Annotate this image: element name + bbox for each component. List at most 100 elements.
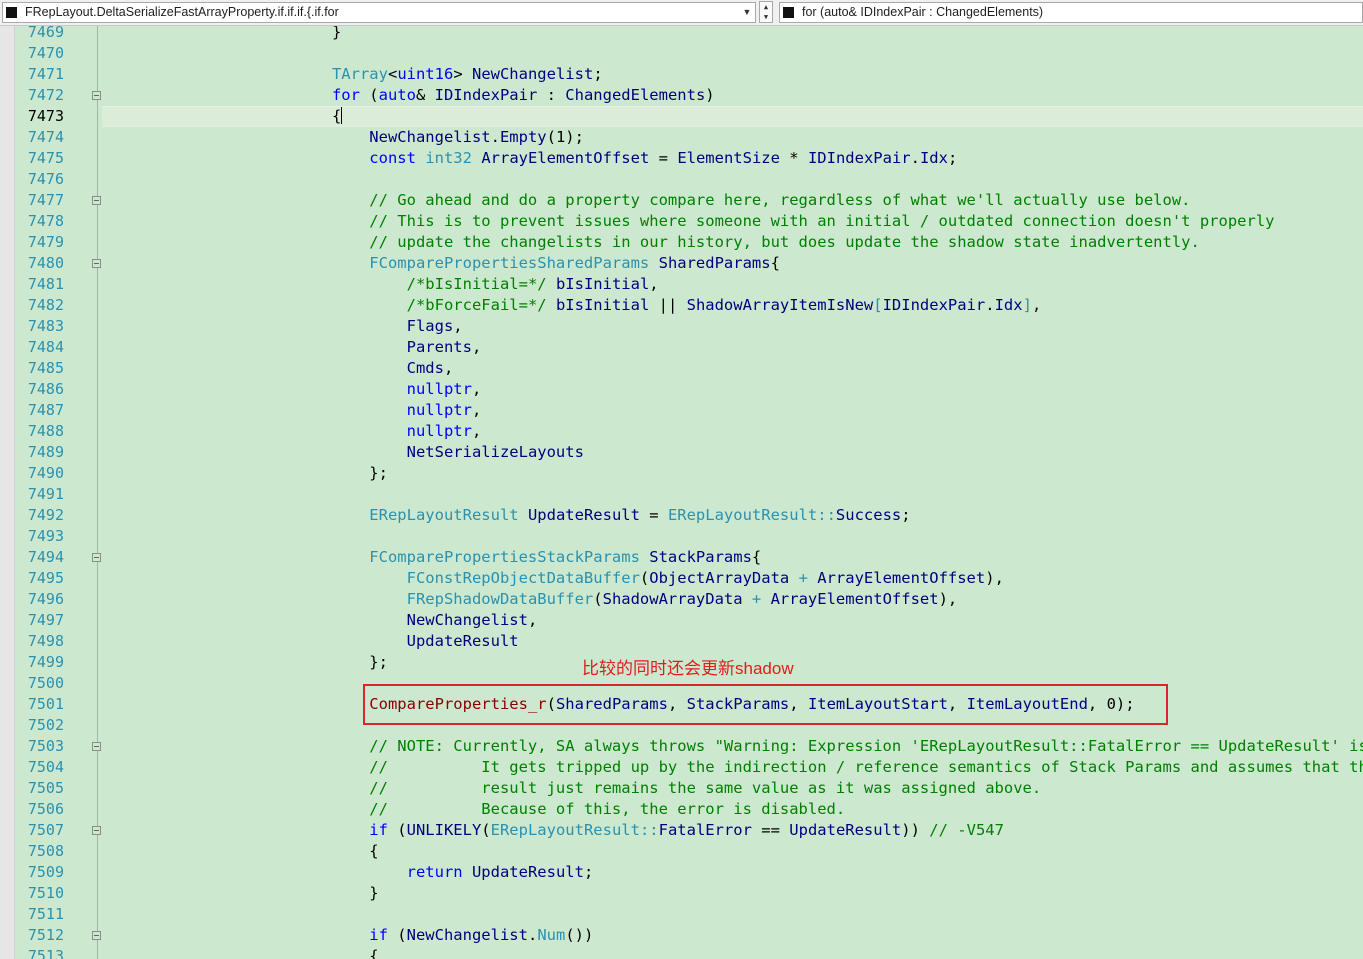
line-number: 7507 bbox=[27, 821, 64, 839]
code-line[interactable]: 7471 TArray<uint16> NewChangelist; bbox=[16, 64, 1363, 85]
member-dropdown[interactable]: for (auto& IDIndexPair : ChangedElements… bbox=[779, 2, 1363, 23]
code-line[interactable]: 7469 } bbox=[16, 26, 1363, 43]
code-line[interactable]: 7474 NewChangelist.Empty(1); bbox=[16, 127, 1363, 148]
code-token: nullptr bbox=[406, 380, 472, 398]
code-token: { bbox=[108, 947, 379, 959]
code-line[interactable]: 7473 { bbox=[16, 106, 1363, 127]
collapse-icon[interactable] bbox=[92, 259, 101, 268]
line-number: 7491 bbox=[27, 485, 64, 503]
code-line[interactable]: 7472 for (auto& IDIndexPair : ChangedEle… bbox=[16, 85, 1363, 106]
code-line[interactable]: 7476 bbox=[16, 169, 1363, 190]
line-number: 7485 bbox=[27, 359, 64, 377]
code-editor[interactable]: 7469 } 7470 7471 TArray<uint16> NewChangel… bbox=[16, 26, 1363, 959]
code-text: if (UNLIKELY(ERepLayoutResult::FatalErro… bbox=[108, 820, 1004, 841]
line-number: 7504 bbox=[27, 758, 64, 776]
code-line[interactable]: 7494 FComparePropertiesStackParams Stack… bbox=[16, 547, 1363, 568]
code-line[interactable]: 7477 // Go ahead and do a property compa… bbox=[16, 190, 1363, 211]
code-line[interactable]: 7511 bbox=[16, 904, 1363, 925]
line-number: 7493 bbox=[27, 527, 64, 545]
code-line[interactable]: 7487 nullptr, bbox=[16, 400, 1363, 421]
code-token: , bbox=[1031, 296, 1042, 314]
code-token: ArrayElementOffset bbox=[770, 590, 939, 608]
code-token: FRepShadowDataBuffer bbox=[406, 590, 594, 608]
code-token: ShadowArrayItemIsNew bbox=[686, 296, 874, 314]
line-number: 7479 bbox=[27, 233, 64, 251]
line-number: 7475 bbox=[27, 149, 64, 167]
collapse-icon[interactable] bbox=[92, 826, 101, 835]
code-token: ), bbox=[985, 569, 1004, 587]
annotation-label: 比较的同时还会更新shadow bbox=[582, 659, 794, 678]
code-line[interactable]: 7470 bbox=[16, 43, 1363, 64]
line-number: 7502 bbox=[27, 716, 64, 734]
code-line[interactable]: 7510 } bbox=[16, 883, 1363, 904]
code-line[interactable]: 7507 if (UNLIKELY(ERepLayoutResult::Fata… bbox=[16, 820, 1363, 841]
code-line[interactable]: 7490 }; bbox=[16, 463, 1363, 484]
spin-down-icon[interactable]: ▼ bbox=[760, 12, 772, 22]
scope-dropdown[interactable]: FRepLayout.DeltaSerializeFastArrayProper… bbox=[2, 2, 756, 23]
collapse-icon[interactable] bbox=[92, 931, 101, 940]
code-token: ( bbox=[387, 926, 407, 944]
line-number: 7477 bbox=[27, 191, 64, 209]
code-line[interactable]: 7491 bbox=[16, 484, 1363, 505]
code-line[interactable]: 7498 UpdateResult bbox=[16, 631, 1363, 652]
code-line[interactable]: 7496 FRepShadowDataBuffer(ShadowArrayDat… bbox=[16, 589, 1363, 610]
line-number: 7512 bbox=[27, 926, 64, 944]
code-line[interactable]: 7505 // result just remains the same val… bbox=[16, 778, 1363, 799]
spin-up-icon[interactable]: ▲ bbox=[760, 2, 772, 12]
chevron-down-icon[interactable]: ▼ bbox=[739, 3, 755, 22]
code-line[interactable]: 7508 { bbox=[16, 841, 1363, 862]
code-token: , bbox=[471, 380, 482, 398]
collapse-icon[interactable] bbox=[92, 91, 101, 100]
code-line[interactable]: 7489 NetSerializeLayouts bbox=[16, 442, 1363, 463]
code-line[interactable]: 7483 Flags, bbox=[16, 316, 1363, 337]
code-line[interactable]: 7512 if (NewChangelist.Num()) bbox=[16, 925, 1363, 946]
code-token: IDIndexPair bbox=[434, 86, 538, 104]
code-text: // update the changelists in our history… bbox=[108, 232, 1200, 253]
code-token: = bbox=[649, 149, 678, 167]
collapse-icon[interactable] bbox=[92, 196, 101, 205]
code-line[interactable]: 7485 Cmds, bbox=[16, 358, 1363, 379]
code-line[interactable]: 7506 // Because of this, the error is di… bbox=[16, 799, 1363, 820]
code-line[interactable]: 7478 // This is to prevent issues where … bbox=[16, 211, 1363, 232]
code-line[interactable]: 7503 // NOTE: Currently, SA always throw… bbox=[16, 736, 1363, 757]
code-line[interactable]: 7479 // update the changelists in our hi… bbox=[16, 232, 1363, 253]
code-line[interactable]: 7504 // It gets tripped up by the indire… bbox=[16, 757, 1363, 778]
code-token: IDIndexPair bbox=[807, 149, 911, 167]
code-line[interactable]: 7484 Parents, bbox=[16, 337, 1363, 358]
code-line[interactable]: 7480 FComparePropertiesSharedParams Shar… bbox=[16, 253, 1363, 274]
code-token: ()) bbox=[565, 926, 594, 944]
code-token: ObjectArrayData bbox=[649, 569, 790, 587]
code-token: = bbox=[639, 506, 668, 524]
code-token: :: bbox=[817, 506, 836, 524]
split-spinner[interactable]: ▲ ▼ bbox=[759, 1, 773, 23]
code-line[interactable]: 7488 nullptr, bbox=[16, 421, 1363, 442]
code-line[interactable]: 7513 { bbox=[16, 946, 1363, 959]
code-line[interactable]: 7493 bbox=[16, 526, 1363, 547]
code-token: for bbox=[331, 86, 360, 104]
code-token: Num bbox=[537, 926, 566, 944]
code-token: StackParams bbox=[649, 548, 752, 566]
code-token: Idx bbox=[919, 149, 948, 167]
code-token: UpdateResult bbox=[527, 506, 640, 524]
collapse-icon[interactable] bbox=[92, 742, 101, 751]
code-line[interactable]: 7492 ERepLayoutResult UpdateResult = ERe… bbox=[16, 505, 1363, 526]
code-line[interactable]: 7497 NewChangelist, bbox=[16, 610, 1363, 631]
line-number: 7497 bbox=[27, 611, 64, 629]
collapse-icon[interactable] bbox=[92, 553, 101, 562]
code-line[interactable]: 7482 /*bForceFail=*/ bIsInitial || Shado… bbox=[16, 295, 1363, 316]
code-line[interactable]: 7495 FConstRepObjectDataBuffer(ObjectArr… bbox=[16, 568, 1363, 589]
code-token: // Go ahead and do a property compare he… bbox=[369, 191, 1191, 209]
code-line[interactable]: 7475 const int32 ArrayElementOffset = El… bbox=[16, 148, 1363, 169]
code-token: . bbox=[910, 149, 920, 167]
code-line[interactable]: 7481 /*bIsInitial=*/ bIsInitial, bbox=[16, 274, 1363, 295]
code-line[interactable]: 7509 return UpdateResult; bbox=[16, 862, 1363, 883]
code-token: auto bbox=[378, 86, 416, 104]
line-number: 7495 bbox=[27, 569, 64, 587]
code-line[interactable]: 7486 nullptr, bbox=[16, 379, 1363, 400]
